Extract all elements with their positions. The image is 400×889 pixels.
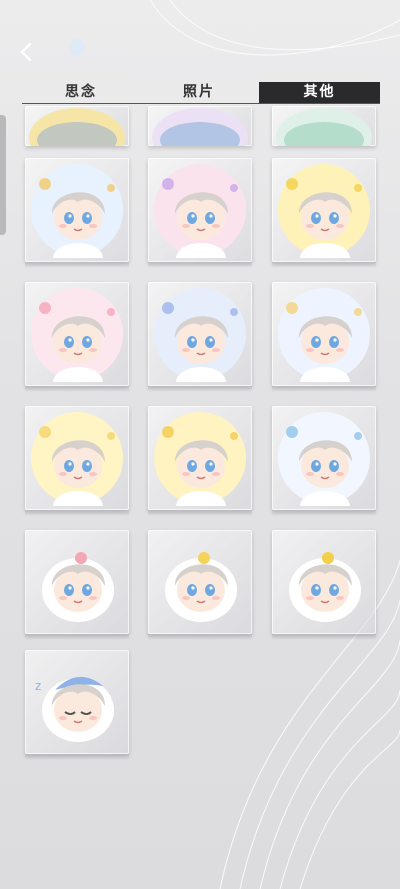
badge-item[interactable] <box>25 282 129 392</box>
tab-other[interactable]: 其他 <box>259 82 380 103</box>
badge-pink-flowers-icon <box>31 288 123 382</box>
badge-raincoat-icon <box>31 412 123 506</box>
sticker-item[interactable] <box>148 530 252 640</box>
badge-item[interactable] <box>272 406 376 516</box>
badge-item[interactable] <box>272 282 376 392</box>
side-scroll-handle[interactable] <box>0 115 6 235</box>
tabs-underline <box>22 103 380 104</box>
badge-item[interactable] <box>25 406 129 516</box>
badge-space-icon <box>31 164 123 258</box>
category-tabs: 思念 照片 其他 <box>22 82 380 104</box>
badge-item[interactable] <box>25 106 129 146</box>
badge-pink-stripes-icon <box>154 164 246 258</box>
badge-item[interactable] <box>148 282 252 392</box>
badge-top-partial-icon <box>29 108 125 146</box>
badge-item[interactable] <box>25 158 129 268</box>
badge-top-partial-icon <box>152 108 248 146</box>
badge-top-partial-icon <box>276 108 372 146</box>
badge-blue-tie-icon <box>154 288 246 382</box>
badge-item[interactable] <box>148 406 252 516</box>
tab-photos[interactable]: 照片 <box>140 82 258 103</box>
sticker-item[interactable]: z <box>25 650 129 760</box>
badge-star-costume-icon <box>278 164 370 258</box>
sticker-flower-head-icon <box>42 552 114 622</box>
badge-item[interactable] <box>148 106 252 146</box>
badge-item[interactable] <box>148 158 252 268</box>
badge-blue-flowers-icon <box>278 412 370 506</box>
sticker-item[interactable] <box>272 530 376 640</box>
back-arrow-icon[interactable] <box>14 40 38 64</box>
sticker-item[interactable] <box>25 530 129 640</box>
svg-text:z: z <box>35 679 41 693</box>
sticker-chick-head-icon <box>289 552 361 622</box>
sticker-sparkle-head-icon <box>165 552 237 622</box>
badge-bunny-yellow-icon <box>154 412 246 506</box>
badge-plaid-yellow-icon <box>278 288 370 382</box>
badge-item[interactable] <box>272 106 376 146</box>
sticker-sleepy-head-icon: z <box>35 676 114 742</box>
tab-memories[interactable]: 思念 <box>22 82 140 103</box>
badge-item[interactable] <box>272 158 376 268</box>
